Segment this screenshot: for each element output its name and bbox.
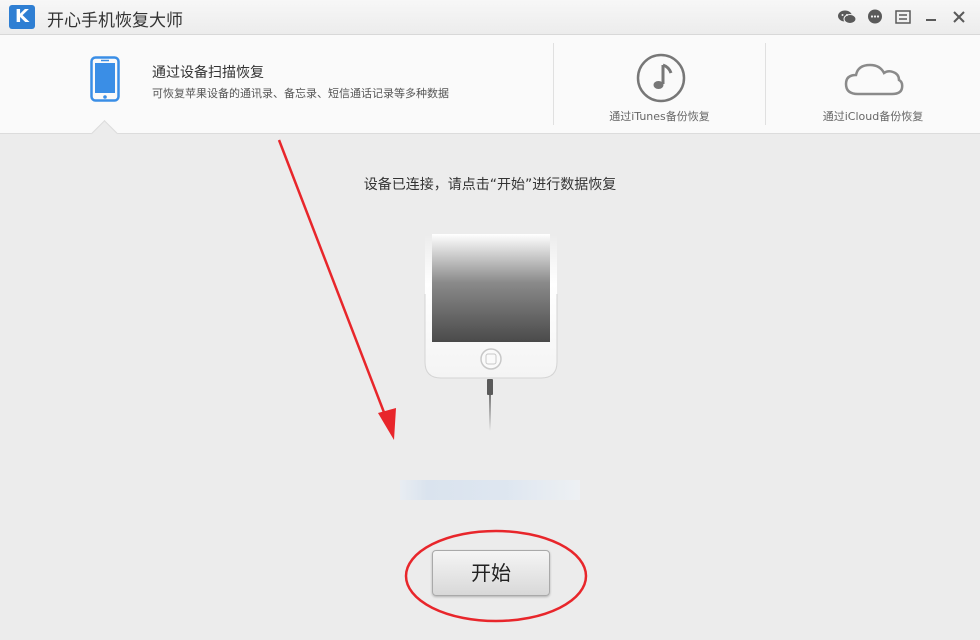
tab-itunes-backup[interactable]: 通过iTunes备份恢复: [554, 35, 765, 133]
tab-icloud-label: 通过iCloud备份恢复: [822, 110, 924, 123]
wechat-icon[interactable]: [836, 7, 858, 27]
progress-placeholder: [400, 480, 580, 500]
window-title: 开心手机恢复大师: [47, 11, 183, 31]
close-icon[interactable]: [948, 7, 970, 27]
chat-icon[interactable]: [864, 7, 886, 27]
start-button[interactable]: 开始: [432, 550, 550, 596]
tab-icloud-backup[interactable]: 通过iCloud备份恢复: [766, 35, 980, 133]
cloud-icon: [844, 61, 904, 101]
title-bar: K 开心手机恢复大师: [0, 0, 980, 35]
main-panel: 设备已连接，请点击“开始”进行数据恢复 开始: [0, 134, 980, 640]
itunes-music-icon: [636, 53, 686, 107]
menu-icon[interactable]: [892, 7, 914, 27]
app-logo: K: [9, 5, 35, 29]
tab-itunes-label: 通过iTunes备份恢复: [609, 110, 710, 123]
connection-status-text: 设备已连接，请点击“开始”进行数据恢复: [363, 177, 617, 193]
tab-device-scan[interactable]: 通过设备扫描恢复 可恢复苹果设备的通讯录、备忘录、短信通话记录等多种数据: [0, 35, 553, 133]
recovery-mode-tabs: 通过设备扫描恢复 可恢复苹果设备的通讯录、备忘录、短信通话记录等多种数据 通过i…: [0, 35, 980, 134]
phone-icon: [90, 56, 120, 106]
minimize-icon[interactable]: [920, 7, 942, 27]
tab-device-scan-title: 通过设备扫描恢复: [152, 65, 264, 81]
tab-device-scan-description: 可恢复苹果设备的通讯录、备忘录、短信通话记录等多种数据: [152, 87, 449, 100]
iphone-device-illustration: [422, 234, 562, 438]
window-controls: [836, 7, 970, 27]
